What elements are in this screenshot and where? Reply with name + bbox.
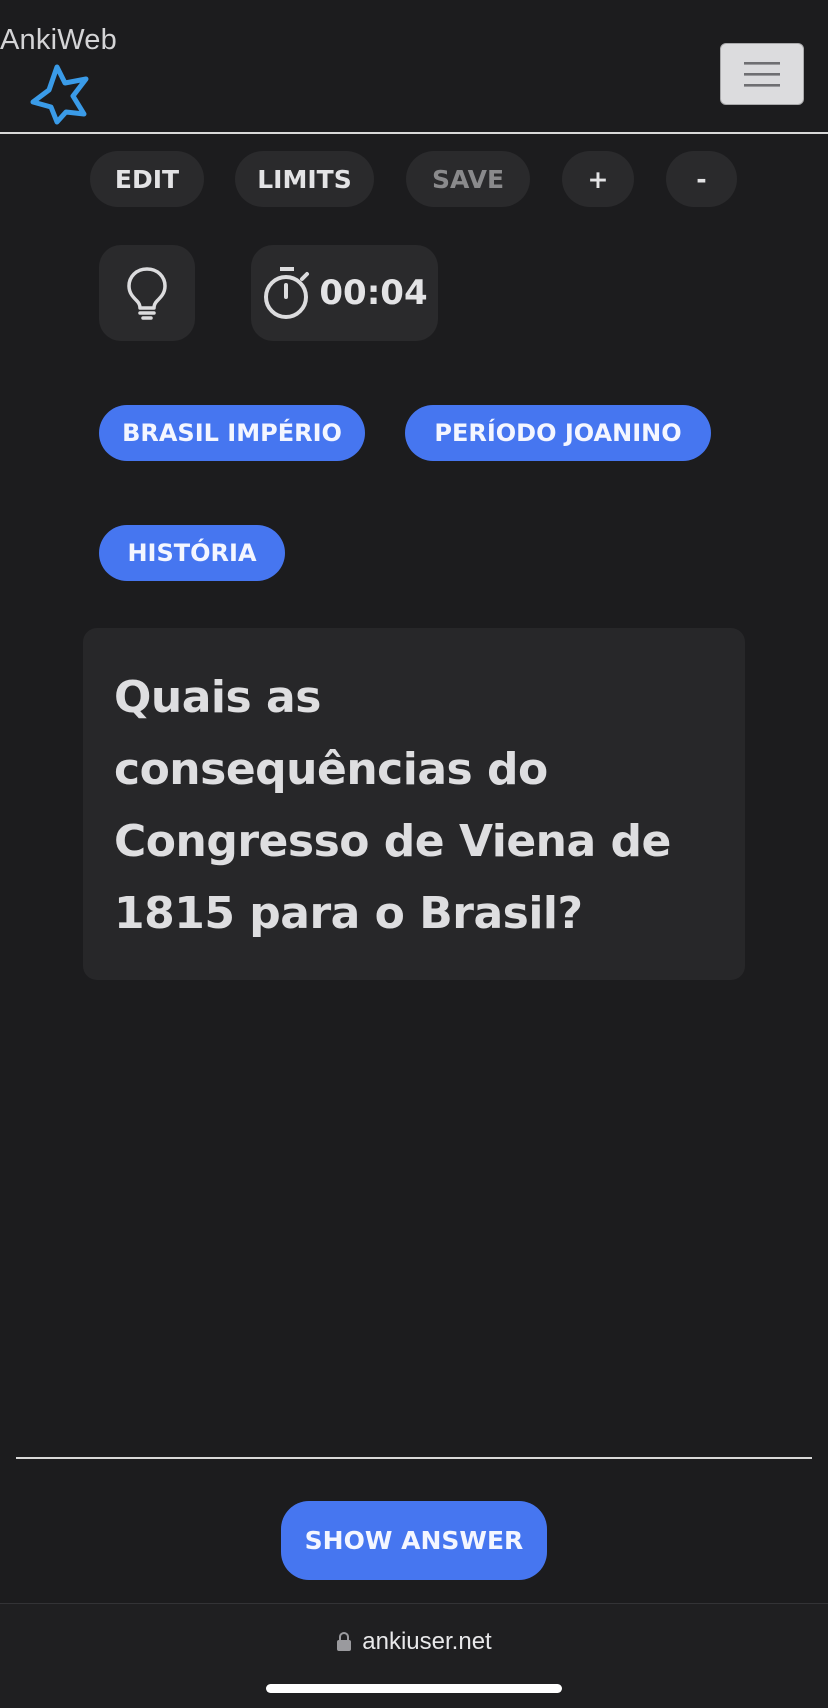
question-line: Quais as <box>114 672 321 723</box>
show-answer-button[interactable]: SHOW ANSWER <box>281 1501 547 1580</box>
navbar: AnkiWeb <box>0 0 828 134</box>
star-outline-icon[interactable] <box>28 62 94 128</box>
menu-toggle-button[interactable] <box>720 43 804 105</box>
url-text[interactable]: ankiuser.net <box>362 1628 491 1656</box>
lightbulb-icon <box>127 267 167 320</box>
question-line: 1815 para o Brasil? <box>114 888 583 939</box>
tag-historia[interactable]: HISTÓRIA <box>99 525 285 581</box>
footer-divider <box>16 1457 812 1459</box>
edit-button[interactable]: EDIT <box>90 151 204 207</box>
question-line: consequências do <box>114 744 548 795</box>
hamburger-icon <box>744 62 780 87</box>
url-row[interactable]: ankiuser.net <box>0 1628 828 1656</box>
home-indicator[interactable] <box>266 1684 562 1693</box>
stopwatch-icon <box>264 267 310 319</box>
save-button[interactable]: SAVE <box>406 151 530 207</box>
increase-font-button[interactable]: + <box>562 151 634 207</box>
question-card: Quais as consequências do Congresso de V… <box>83 628 745 980</box>
question-text: Quais as consequências do Congresso de V… <box>114 662 715 950</box>
tag-brasil-imperio[interactable]: BRASIL IMPÉRIO <box>99 405 365 461</box>
timer-value: 00:04 <box>319 273 428 313</box>
decrease-font-button[interactable]: - <box>666 151 737 207</box>
timer-display: 00:04 <box>251 245 438 341</box>
browser-address-bar: ankiuser.net <box>0 1603 828 1708</box>
limits-button[interactable]: LIMITS <box>235 151 374 207</box>
hint-button[interactable] <box>99 245 195 341</box>
question-line: Congresso de Viena de <box>114 816 671 867</box>
brand-name[interactable]: AnkiWeb <box>0 24 117 57</box>
lock-icon <box>337 1632 352 1651</box>
tag-periodo-joanino[interactable]: PERÍODO JOANINO <box>405 405 711 461</box>
